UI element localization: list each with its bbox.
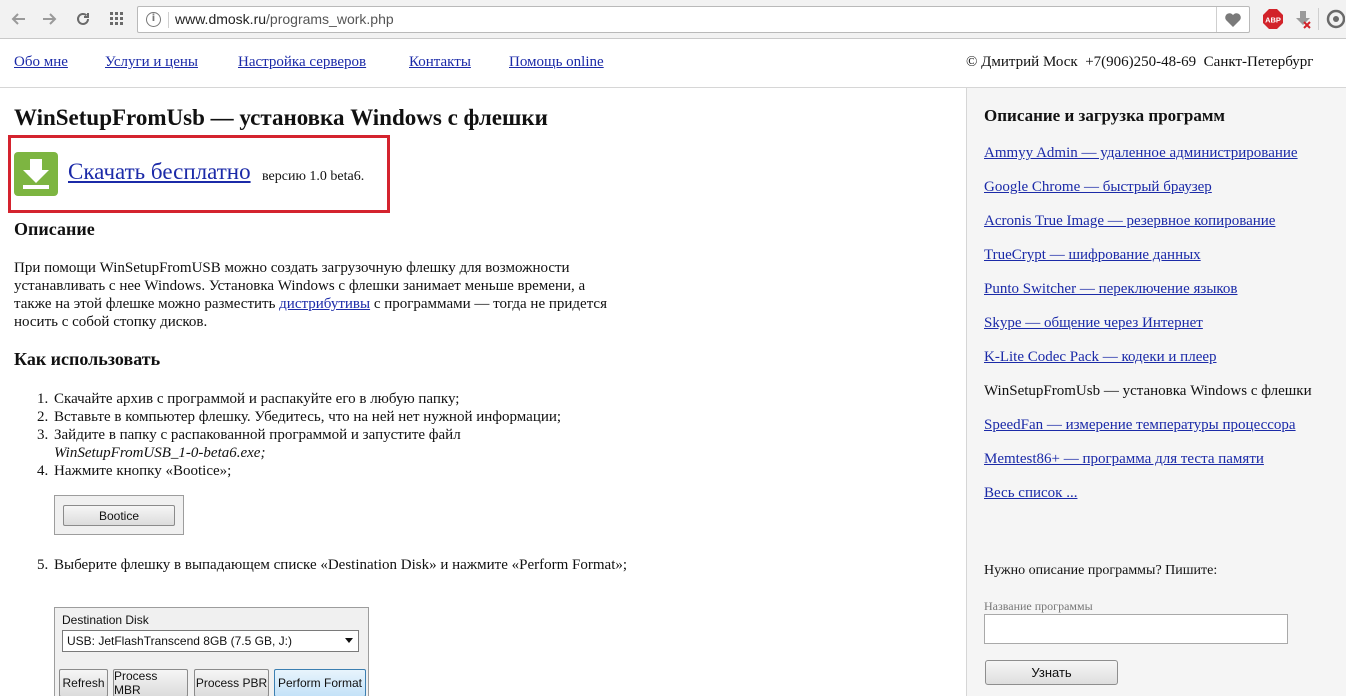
browser-toolbar: i www.dmosk.ru/programs_work.php ABP xyxy=(0,0,1346,39)
sidebar-item-speedfan[interactable]: SpeedFan — измерение температуры процесс… xyxy=(984,417,1296,434)
sidebar-item-punto[interactable]: Punto Switcher — переключение языков xyxy=(984,281,1238,298)
submit-button[interactable]: Узнать xyxy=(985,660,1118,685)
step-text: Нажмите кнопку «Bootice»; xyxy=(54,463,232,479)
list-item: 1. Скачайте архив с программой и распакуй… xyxy=(37,390,634,408)
description-heading: Описание xyxy=(14,219,95,239)
program-name-input[interactable] xyxy=(984,614,1288,644)
url-text[interactable]: www.dmosk.ru/programs_work.php xyxy=(175,11,394,27)
back-icon[interactable] xyxy=(8,8,30,30)
process-pbr-button[interactable]: Process PBR xyxy=(194,669,269,696)
howto-heading: Как использовать xyxy=(14,349,161,369)
download-arrow-icon[interactable] xyxy=(14,152,58,196)
extension-icon[interactable] xyxy=(1325,9,1346,29)
steps-list: 1. Скачайте архив с программой и распакуй… xyxy=(37,390,634,480)
step-text: Зайдите в папку с распакованной программ… xyxy=(54,427,461,443)
nav-contacts-link[interactable]: Контакты xyxy=(409,54,471,71)
divider xyxy=(1318,8,1319,30)
nav-help-link[interactable]: Помощь online xyxy=(509,54,604,71)
selected-disk: USB: JetFlashTranscend 8GB (7.5 GB, J:) xyxy=(67,634,292,648)
sidebar-item-acronis[interactable]: Acronis True Image — резервное копирован… xyxy=(984,213,1275,230)
abp-label: ABP xyxy=(1265,16,1281,25)
sidebar-item-skype[interactable]: Skype — общение через Интернет xyxy=(984,315,1203,332)
perform-format-button[interactable]: Perform Format xyxy=(274,669,366,696)
site-info-icon[interactable]: i xyxy=(146,12,161,27)
reload-icon[interactable] xyxy=(72,8,94,30)
refresh-button[interactable]: Refresh xyxy=(59,669,108,696)
page-title: WinSetupFromUsb — установка Windows с фл… xyxy=(14,105,548,130)
chevron-down-icon xyxy=(345,638,353,643)
step-text: Вставьте в компьютер флешку. Убедитесь, … xyxy=(54,409,562,425)
step-number: 3. xyxy=(37,427,49,443)
list-item: 3. Зайдите в папку с распакованной програ… xyxy=(37,426,634,462)
step-text: Выберите флешку в выпадающем списке «Des… xyxy=(54,557,628,573)
adblock-plus-icon[interactable]: ABP xyxy=(1263,9,1283,29)
step-text: Скачайте архив с программой и распакуйте… xyxy=(54,391,460,407)
bootice-screenshot: Bootice xyxy=(54,495,184,535)
step-number: 4. xyxy=(37,463,49,479)
step-number: 2. xyxy=(37,409,49,425)
nav-servers-link[interactable]: Настройка серверов xyxy=(238,54,366,71)
nav-services-link[interactable]: Услуги и цены xyxy=(105,54,198,71)
apps-grid-icon[interactable] xyxy=(106,8,128,30)
list-item: 2. Вставьте в компьютер флешку. Убедитесь… xyxy=(37,408,634,426)
program-name-label: Название программы xyxy=(984,599,1093,613)
destination-disk-select[interactable]: USB: JetFlashTranscend 8GB (7.5 GB, J:) xyxy=(62,630,359,652)
divider xyxy=(1216,7,1217,32)
nav-about-link[interactable]: Обо мне xyxy=(14,54,68,71)
download-link[interactable]: Скачать бесплатно xyxy=(68,159,251,185)
sidebar-item-winsetup-current: WinSetupFromUsb — установка Windows с фл… xyxy=(984,383,1312,399)
address-bar[interactable]: i www.dmosk.ru/programs_work.php xyxy=(137,6,1250,33)
bookmark-heart-icon[interactable] xyxy=(1223,10,1243,30)
sidebar-item-chrome[interactable]: Google Chrome — быстрый браузер xyxy=(984,179,1212,196)
sidebar-item-ammyy[interactable]: Ammyy Admin — удаленное администрировани… xyxy=(984,145,1298,162)
list-item: 5. Выберите флешку в выпадающем списке «D… xyxy=(37,556,634,574)
sidebar-item-full-list[interactable]: Весь список ... xyxy=(984,485,1077,502)
list-item: 4. Нажмите кнопку «Bootice»; xyxy=(37,462,634,480)
request-prompt: Нужно описание программы? Пишите: xyxy=(984,563,1218,578)
bootice-button[interactable]: Bootice xyxy=(63,505,175,526)
step-number: 1. xyxy=(37,391,49,407)
sidebar-item-klite[interactable]: K-Lite Codec Pack — кодеки и плеер xyxy=(984,349,1217,366)
download-extension-icon[interactable] xyxy=(1293,9,1313,29)
destination-disk-screenshot: Destination Disk USB: JetFlashTranscend … xyxy=(54,607,369,696)
version-text: версию 1.0 beta6. xyxy=(262,169,365,184)
distributions-link[interactable]: дистрибутивы xyxy=(279,296,370,312)
forward-icon[interactable] xyxy=(38,8,60,30)
copyright-contacts: © Дмитрий Моск +7(906)250-48-69 Санкт-Пе… xyxy=(966,54,1314,70)
sidebar-item-truecrypt[interactable]: TrueCrypt — шифрование данных xyxy=(984,247,1201,264)
sidebar-title: Описание и загрузка программ xyxy=(984,106,1225,125)
step-number: 5. xyxy=(37,557,49,573)
description-text: При помощи WinSetupFromUSB можно создать… xyxy=(14,259,626,331)
file-name: WinSetupFromUSB_1-0-beta6.exe; xyxy=(54,445,266,461)
sidebar-item-memtest[interactable]: Memtest86+ — программа для теста памяти xyxy=(984,451,1264,468)
destination-disk-label: Destination Disk xyxy=(62,613,149,627)
sidebar: Описание и загрузка программ Ammyy Admin… xyxy=(966,88,1346,696)
process-mbr-button[interactable]: Process MBR xyxy=(113,669,188,696)
divider xyxy=(168,12,169,28)
